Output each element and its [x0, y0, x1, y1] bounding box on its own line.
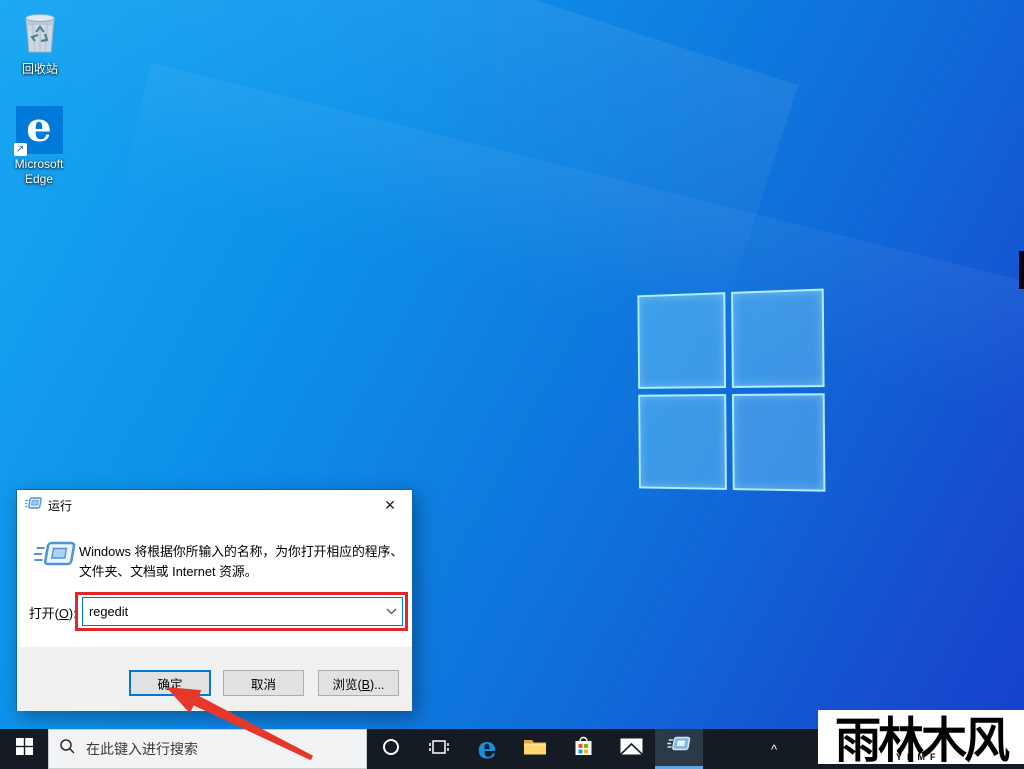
mail-icon [619, 738, 643, 760]
wallpaper-light-ray [0, 0, 799, 333]
task-view-button[interactable] [415, 729, 463, 769]
shortcut-arrow-icon: ↗ [13, 143, 27, 156]
store-button[interactable] [559, 729, 607, 769]
run-icon-large [33, 540, 79, 579]
taskbar-search-box[interactable] [48, 729, 367, 769]
browse-button[interactable]: 浏览(B)... [318, 670, 399, 696]
tray-expand-icon[interactable]: ^ [759, 729, 789, 769]
ok-button[interactable]: 确定 [129, 670, 211, 696]
open-label-key: O [58, 606, 69, 621]
cortana-icon [382, 738, 400, 761]
recycle-bin-icon [20, 14, 60, 58]
open-label-pre: 打开( [29, 606, 59, 621]
microsoft-store-icon [573, 736, 594, 762]
windows-logo-pane [731, 288, 825, 388]
screen-edge-artifact [1019, 251, 1024, 289]
open-field-label: 打开(O): [29, 603, 77, 622]
edge-icon: e ↗ [13, 104, 63, 156]
run-dialog: 运行 ✕ Windows 将根据你所输入的名称，为你打开相应的程序、 文件夹、文… [16, 489, 413, 711]
run-dialog-titlebar[interactable]: 运行 ✕ [17, 490, 412, 520]
run-dialog-message: Windows 将根据你所输入的名称，为你打开相应的程序、 文件夹、文档或 In… [79, 542, 403, 582]
message-line-1: Windows 将根据你所输入的名称，为你打开相应的程序、 [79, 544, 404, 559]
wallpaper-light-ray [117, 63, 1024, 437]
run-app-icon [666, 736, 692, 760]
file-explorer-button[interactable] [511, 729, 559, 769]
edge-letter-glyph: e [26, 104, 52, 151]
windows-logo-pane [637, 292, 727, 389]
browse-label-post: )... [369, 677, 385, 692]
ylmf-watermark: 雨林木风 YLMF [818, 710, 1024, 764]
mail-button[interactable] [607, 729, 655, 769]
cancel-button[interactable]: 取消 [223, 670, 304, 696]
chevron-down-icon[interactable] [380, 608, 402, 615]
run-dialog-footer: 确定 取消 浏览(B)... [17, 647, 412, 711]
start-button[interactable] [0, 729, 48, 769]
windows-logo-pane [638, 394, 727, 490]
search-icon [59, 738, 76, 760]
desktop-icon-label: 回收站 [21, 62, 58, 76]
close-icon[interactable]: ✕ [376, 494, 404, 516]
taskbar-run-app-button[interactable] [655, 729, 703, 769]
dialog-title: 运行 [48, 498, 73, 513]
desktop-icon-edge[interactable]: e ↗ Microsoft Edge [1, 106, 77, 187]
open-label-post: ): [68, 606, 77, 621]
desktop-icon-label: Microsoft Edge [14, 157, 64, 186]
cortana-button[interactable] [367, 729, 415, 769]
message-line-2: 文件夹、文档或 Internet 资源。 [79, 564, 258, 579]
run-icon [24, 497, 42, 513]
windows-wallpaper-logo [637, 288, 826, 492]
run-command-combobox[interactable] [82, 597, 403, 626]
desktop-icon-recycle-bin[interactable]: 回收站 [2, 10, 78, 77]
windows-logo-icon [15, 738, 33, 760]
windows-logo-pane [731, 393, 826, 492]
browse-label-pre: 浏览( [332, 677, 362, 692]
taskbar-edge-button[interactable]: e [463, 729, 511, 769]
browse-label-key: B [361, 677, 370, 692]
task-view-icon [429, 739, 449, 760]
file-explorer-icon [523, 737, 547, 761]
run-command-input[interactable] [83, 604, 380, 619]
watermark-subtext: YLMF [896, 752, 941, 762]
search-input[interactable] [86, 741, 326, 757]
edge-icon: e [477, 731, 497, 766]
